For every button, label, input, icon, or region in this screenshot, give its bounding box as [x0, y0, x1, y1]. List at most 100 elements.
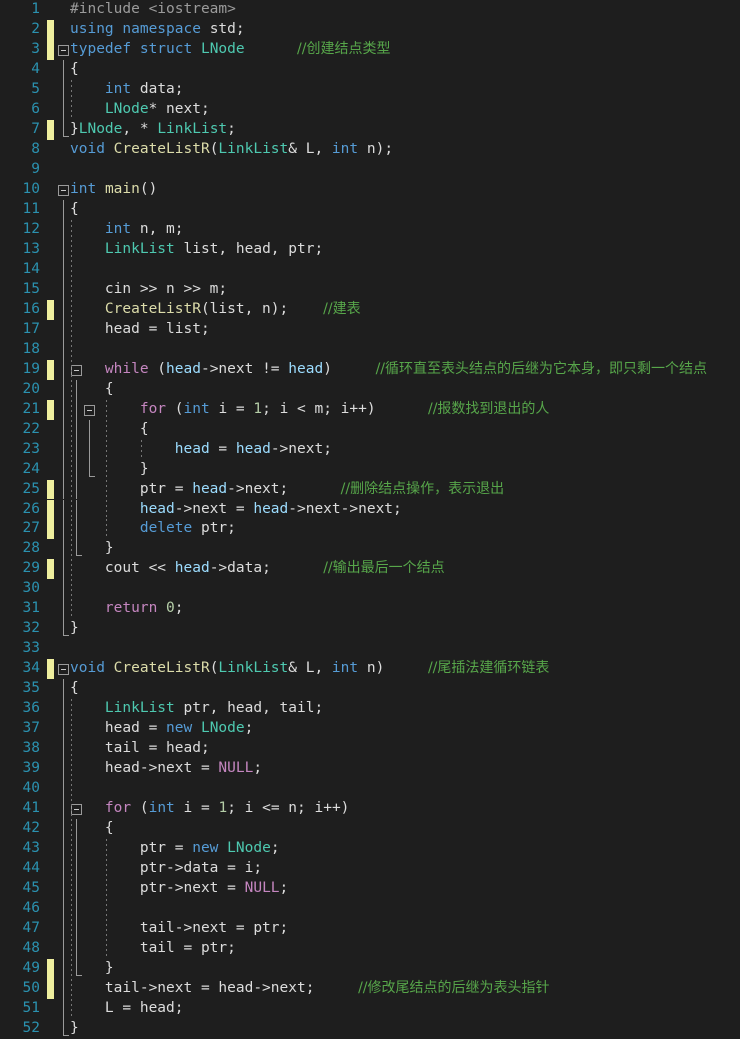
code-text[interactable]: head = new LNode; — [70, 719, 253, 739]
editor-line[interactable]: 17 head = list; — [0, 319, 740, 340]
editor-line[interactable]: 33 — [0, 639, 740, 659]
code-text[interactable]: void CreateListR(LinkList& L, int n); — [70, 140, 393, 160]
editor-line[interactable]: 41 for (int i = 1; i <= n; i++) — [0, 799, 740, 820]
code-text[interactable]: { — [70, 380, 114, 400]
code-editor-surface[interactable]: 1 #include <iostream> 2 using namespace std… — [0, 0, 740, 1039]
code-text[interactable]: tail->next = ptr; — [70, 919, 288, 939]
editor-line[interactable]: 42 { — [0, 819, 740, 840]
editor-line[interactable]: 20 { — [0, 379, 740, 400]
editor-line[interactable]: 29 cout << head->data; //输出最后一个结点 — [0, 559, 740, 580]
code-text[interactable]: } — [70, 460, 149, 480]
editor-line[interactable]: 2 using namespace std; — [0, 19, 740, 40]
code-text[interactable]: head = head->next; — [70, 440, 332, 460]
editor-line[interactable]: 4{ — [0, 59, 740, 80]
editor-line[interactable]: 24 } — [0, 459, 740, 480]
editor-line[interactable]: 11 { — [0, 199, 740, 220]
collapse-toggle-icon[interactable] — [58, 44, 69, 56]
collapse-toggle-icon[interactable] — [58, 184, 69, 196]
editor-line[interactable]: 32} — [0, 619, 740, 639]
editor-line[interactable]: 14 — [0, 259, 740, 280]
code-text[interactable]: tail = ptr; — [70, 939, 236, 959]
code-text[interactable]: } — [70, 539, 114, 559]
code-text[interactable]: using namespace std; — [70, 20, 245, 40]
editor-line[interactable]: 16 CreateListR(list, n); //建表 — [0, 299, 740, 320]
editor-line[interactable]: 13 LinkList list, head, ptr; — [0, 239, 740, 260]
collapse-toggle-icon[interactable] — [58, 664, 69, 676]
editor-line[interactable]: 47 tail->next = ptr; — [0, 919, 740, 940]
code-text[interactable]: head->next = head->next->next; — [70, 500, 402, 520]
editor-line[interactable]: 34 void CreateListR(LinkList& L, int n) /… — [0, 659, 740, 680]
editor-line[interactable]: 22 { — [0, 419, 740, 440]
code-text[interactable]: head->next = NULL; — [70, 759, 262, 779]
editor-line[interactable]: 25 ptr = head->next; //删除结点操作，表示退出 — [0, 479, 740, 500]
code-text[interactable]: LinkList ptr, head, tail; — [70, 699, 323, 719]
editor-line[interactable]: 23 head = head->next; — [0, 439, 740, 460]
code-text[interactable]: int data; — [70, 80, 184, 100]
editor-line[interactable]: 43 ptr = new LNode; — [0, 839, 740, 860]
editor-line[interactable]: 7}LNode, * LinkList; — [0, 119, 740, 140]
code-text[interactable]: }LNode, * LinkList; — [70, 120, 236, 140]
editor-line[interactable]: 44 ptr->data = i; — [0, 859, 740, 880]
code-text[interactable]: int main() — [70, 180, 157, 200]
editor-line[interactable]: 36 LinkList ptr, head, tail; — [0, 699, 740, 720]
code-text[interactable]: ptr->data = i; — [70, 859, 262, 879]
code-text[interactable]: } — [70, 959, 114, 979]
code-text[interactable]: { — [70, 679, 79, 699]
editor-line[interactable]: 18 — [0, 339, 740, 360]
editor-line[interactable]: 45 ptr->next = NULL; — [0, 879, 740, 900]
editor-line[interactable]: 8 void CreateListR(LinkList& L, int n); — [0, 140, 740, 160]
editor-line[interactable]: 39 head->next = NULL; — [0, 759, 740, 780]
editor-line[interactable]: 5 int data; — [0, 79, 740, 100]
editor-line[interactable]: 1 #include <iostream> — [0, 0, 740, 20]
code-text[interactable]: } — [70, 619, 79, 639]
editor-line[interactable]: 52} — [0, 1018, 740, 1039]
editor-line[interactable]: 50 tail->next = head->next; //修改尾结点的后继为表… — [0, 979, 740, 999]
editor-line[interactable]: 46 — [0, 899, 740, 920]
code-text[interactable]: cin >> n >> m; — [70, 280, 227, 300]
code-text[interactable]: delete ptr; — [70, 519, 236, 539]
editor-line[interactable]: 10 int main() — [0, 180, 740, 200]
code-text[interactable]: while (head->next != head) //循环直至表头结点的后继… — [70, 360, 707, 380]
code-text[interactable]: tail->next = head->next; //修改尾结点的后继为表头指针 — [70, 979, 550, 999]
code-text[interactable]: { — [70, 200, 79, 220]
code-text[interactable]: void CreateListR(LinkList& L, int n) //尾… — [70, 659, 549, 679]
editor-line[interactable]: 12 int n, m; — [0, 219, 740, 240]
editor-line[interactable]: 19 while (head->next != head) //循环直至表头结点… — [0, 359, 740, 380]
code-text[interactable]: int n, m; — [70, 220, 184, 240]
code-text[interactable]: { — [70, 819, 114, 839]
code-text[interactable]: typedef struct LNode //创建结点类型 — [70, 40, 390, 60]
editor-line[interactable]: 31 return 0; — [0, 599, 740, 620]
code-text[interactable]: LinkList list, head, ptr; — [70, 240, 323, 260]
code-text[interactable]: head = list; — [70, 320, 210, 340]
editor-line[interactable]: 38 tail = head; — [0, 739, 740, 760]
code-text[interactable]: ptr->next = NULL; — [70, 879, 288, 899]
code-text[interactable]: { — [70, 60, 79, 80]
editor-line[interactable]: 3 typedef struct LNode //创建结点类型 — [0, 39, 740, 60]
editor-line[interactable]: 21 for (int i = 1; i < m; i++) //报数找到退出的… — [0, 399, 740, 420]
editor-line[interactable]: 26 head->next = head->next->next; — [0, 499, 740, 520]
editor-line[interactable]: 15 cin >> n >> m; — [0, 279, 740, 300]
editor-line[interactable]: 51 L = head; — [0, 999, 740, 1019]
code-text[interactable]: cout << head->data; //输出最后一个结点 — [70, 559, 445, 579]
editor-line[interactable]: 30 — [0, 579, 740, 600]
editor-line[interactable]: 9 — [0, 160, 740, 180]
code-text[interactable]: { — [70, 420, 149, 440]
editor-line[interactable]: 27 delete ptr; — [0, 519, 740, 540]
code-text[interactable]: for (int i = 1; i <= n; i++) — [70, 799, 349, 819]
code-text[interactable]: for (int i = 1; i < m; i++) //报数找到退出的人 — [70, 400, 550, 420]
code-text[interactable]: L = head; — [70, 999, 184, 1019]
editor-line[interactable]: 49 } — [0, 959, 740, 979]
code-text[interactable]: CreateListR(list, n); //建表 — [70, 300, 361, 320]
editor-line[interactable]: 48 tail = ptr; — [0, 939, 740, 960]
code-text[interactable]: return 0; — [70, 599, 184, 619]
code-text[interactable]: ptr = new LNode; — [70, 839, 280, 859]
code-text[interactable]: LNode* next; — [70, 100, 210, 120]
code-text[interactable]: tail = head; — [70, 739, 210, 759]
editor-line[interactable]: 37 head = new LNode; — [0, 719, 740, 740]
code-text[interactable]: #include <iostream> — [70, 0, 236, 20]
editor-line[interactable]: 40 — [0, 779, 740, 800]
editor-line[interactable]: 28 } — [0, 539, 740, 560]
editor-line[interactable]: 35 { — [0, 679, 740, 700]
code-text[interactable]: ptr = head->next; //删除结点操作，表示退出 — [70, 480, 504, 500]
code-text[interactable]: } — [70, 1019, 79, 1039]
